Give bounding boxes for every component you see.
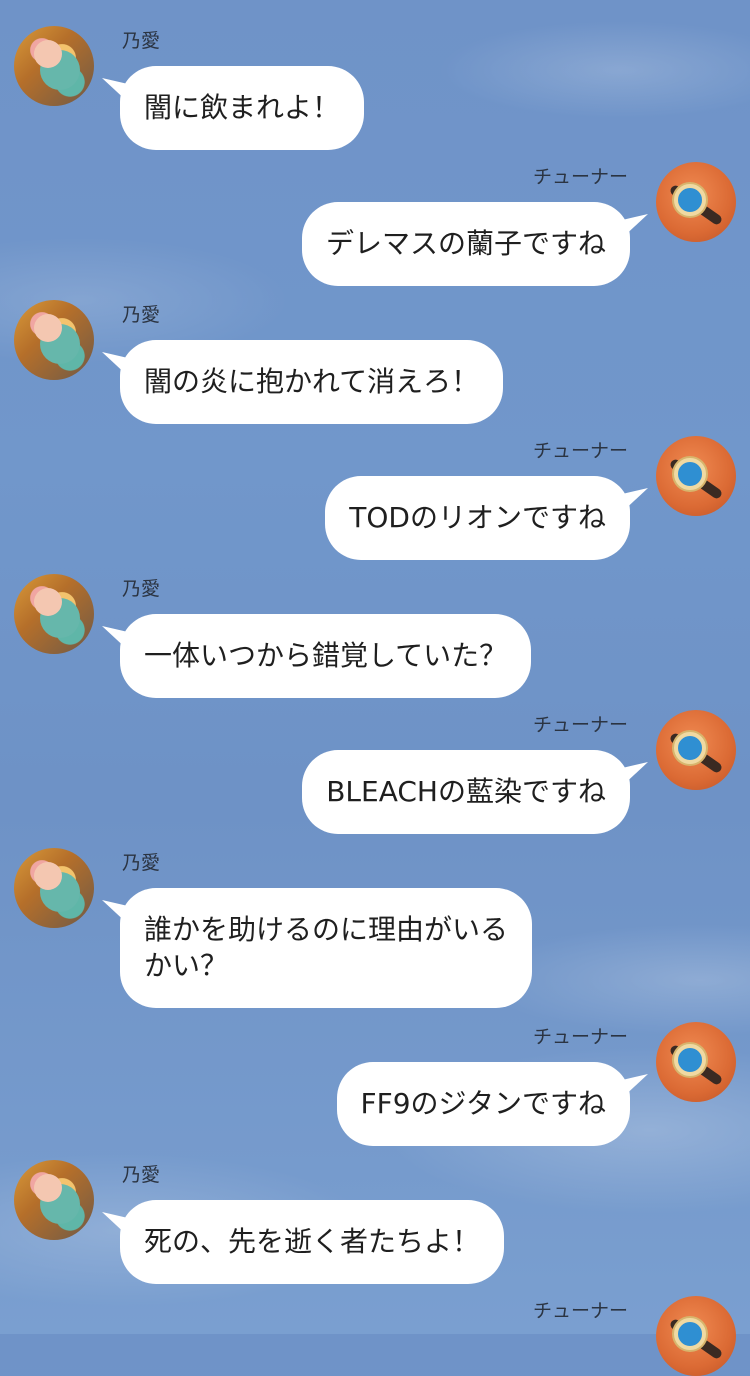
receiver-name: チューナー xyxy=(532,1300,628,1322)
sender-avatar[interactable] xyxy=(14,300,94,380)
message-bubble[interactable]: BLEACHの藍染ですね xyxy=(302,750,630,834)
message-bubble[interactable]: 死の、先を逝く者たちよ！ xyxy=(120,1200,505,1284)
receiver-avatar[interactable] xyxy=(656,710,736,790)
receiver-name: チューナー xyxy=(532,166,628,188)
receiver-avatar[interactable] xyxy=(656,1296,736,1376)
receiver-name: チューナー xyxy=(532,440,628,462)
sender-avatar[interactable] xyxy=(14,1160,94,1240)
message-bubble[interactable]: 誰かを助けるのに理由がいる かい？ xyxy=(120,888,533,1008)
receiver-name: チューナー xyxy=(532,714,628,736)
sender-name: 乃愛 xyxy=(122,1164,161,1186)
sender-name: 乃愛 xyxy=(122,852,161,874)
sender-name: 乃愛 xyxy=(122,304,161,326)
message-bubble[interactable]: 闇に飲まれよ！ xyxy=(120,66,365,150)
chat-thread: 乃愛 闇に飲まれよ！ チューナー デレマスの蘭子ですね 乃愛 闇の炎に抱かれて消… xyxy=(0,0,750,1376)
receiver-avatar[interactable] xyxy=(656,1022,736,1102)
receiver-avatar[interactable] xyxy=(656,162,736,242)
sender-avatar[interactable] xyxy=(14,26,94,106)
message-bubble[interactable]: 闇の炎に抱かれて消えろ！ xyxy=(120,340,504,424)
message-bubble[interactable]: 一体いつから錯覚していた？ xyxy=(120,614,532,698)
sender-avatar[interactable] xyxy=(14,848,94,928)
message-bubble[interactable]: デレマスの蘭子ですね xyxy=(301,202,630,286)
receiver-avatar[interactable] xyxy=(656,436,736,516)
message-bubble[interactable]: TODのリオンですね xyxy=(325,476,630,560)
sender-name: 乃愛 xyxy=(122,578,161,600)
message-bubble[interactable]: FF9のジタンですね xyxy=(336,1062,630,1146)
receiver-name: チューナー xyxy=(532,1026,628,1048)
sender-avatar[interactable] xyxy=(14,574,94,654)
sender-name: 乃愛 xyxy=(122,30,161,52)
